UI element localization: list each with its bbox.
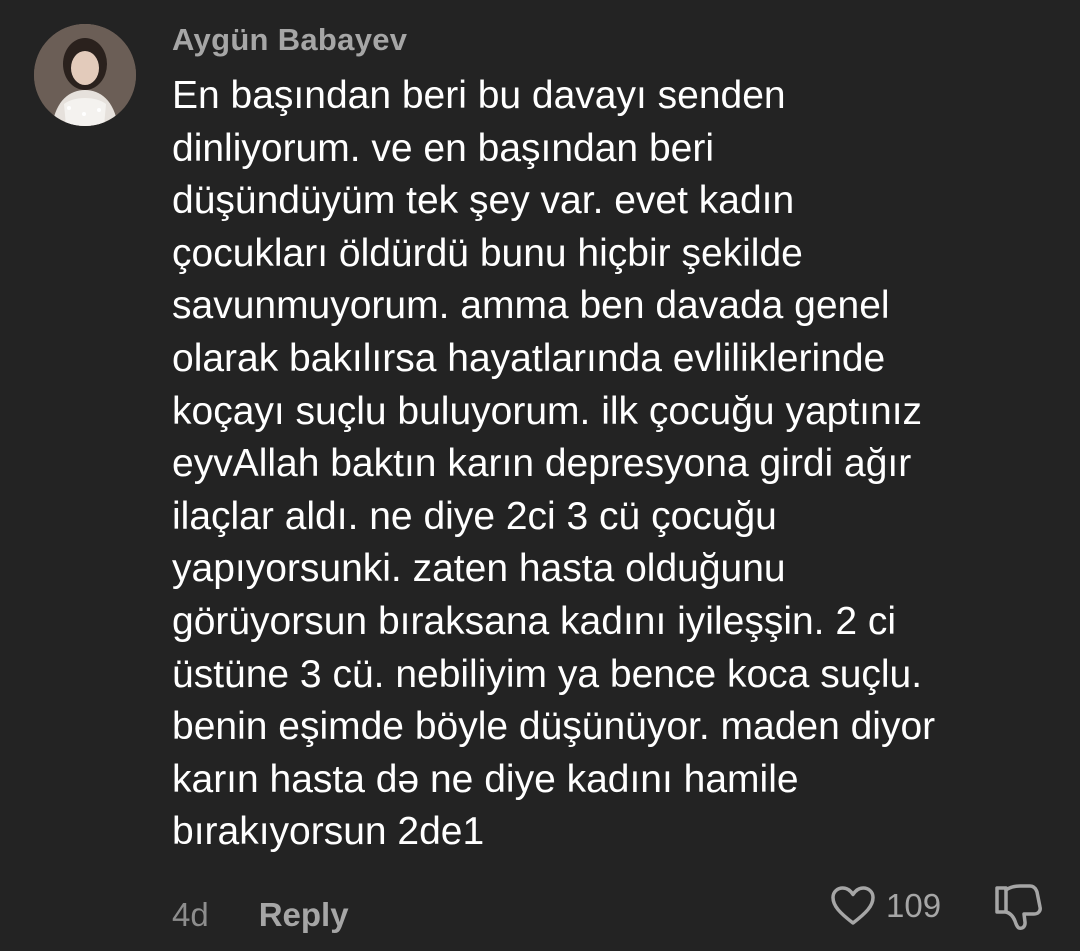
thumbs-down-icon [995,884,1042,930]
comment-timestamp: 4d [172,896,209,933]
reply-button[interactable]: Reply [259,896,349,934]
comment-text: En başından beri bu davayı senden dinliy… [172,74,936,854]
comment-meta: 4d Reply [172,893,349,937]
heart-icon [831,886,875,925]
comment-author[interactable]: Aygün Babayev [172,20,407,60]
like-count: 109 [886,887,942,924]
avatar[interactable] [34,24,136,126]
comment-item: Aygün Babayev En başından beri bu davayı… [0,0,1080,951]
dislike-button[interactable] [992,882,1044,932]
avatar-photo-icon [34,24,136,126]
like-button[interactable]: 109 [830,884,941,928]
